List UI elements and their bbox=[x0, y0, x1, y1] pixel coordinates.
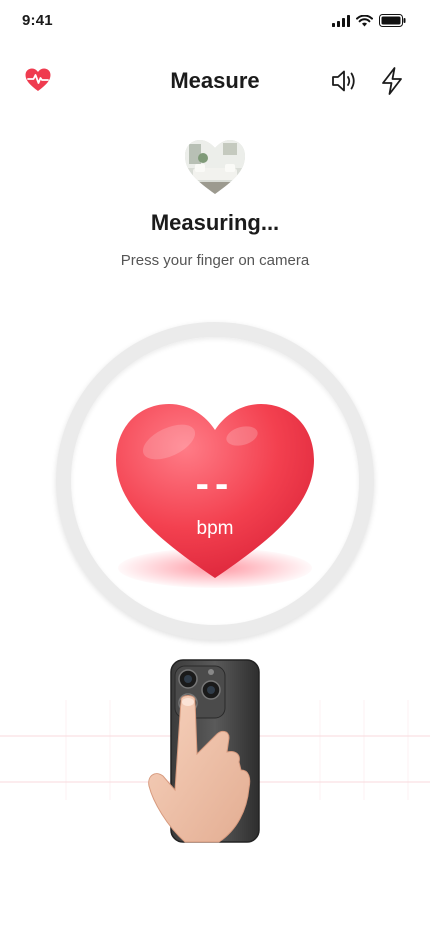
measuring-headline: Measuring... bbox=[150, 210, 280, 235]
bpm-value: -- bbox=[195, 462, 235, 506]
battery-icon bbox=[379, 14, 406, 27]
signal-icon bbox=[332, 14, 350, 27]
page-title: Measure bbox=[170, 68, 260, 93]
bpm-unit: bpm bbox=[196, 518, 234, 539]
status-icons bbox=[332, 14, 406, 27]
flash-icon[interactable] bbox=[378, 66, 406, 96]
room-photo-thumbnail bbox=[185, 140, 245, 194]
speaker-icon[interactable] bbox=[330, 68, 358, 94]
finger-on-camera-illustration bbox=[148, 659, 260, 843]
status-bar: 9:41 bbox=[0, 0, 430, 44]
instruction-text: Press your finger on camera bbox=[120, 252, 310, 269]
wifi-icon bbox=[356, 14, 373, 26]
status-time: 9:41 bbox=[22, 12, 53, 29]
top-nav: Measure bbox=[0, 56, 430, 104]
